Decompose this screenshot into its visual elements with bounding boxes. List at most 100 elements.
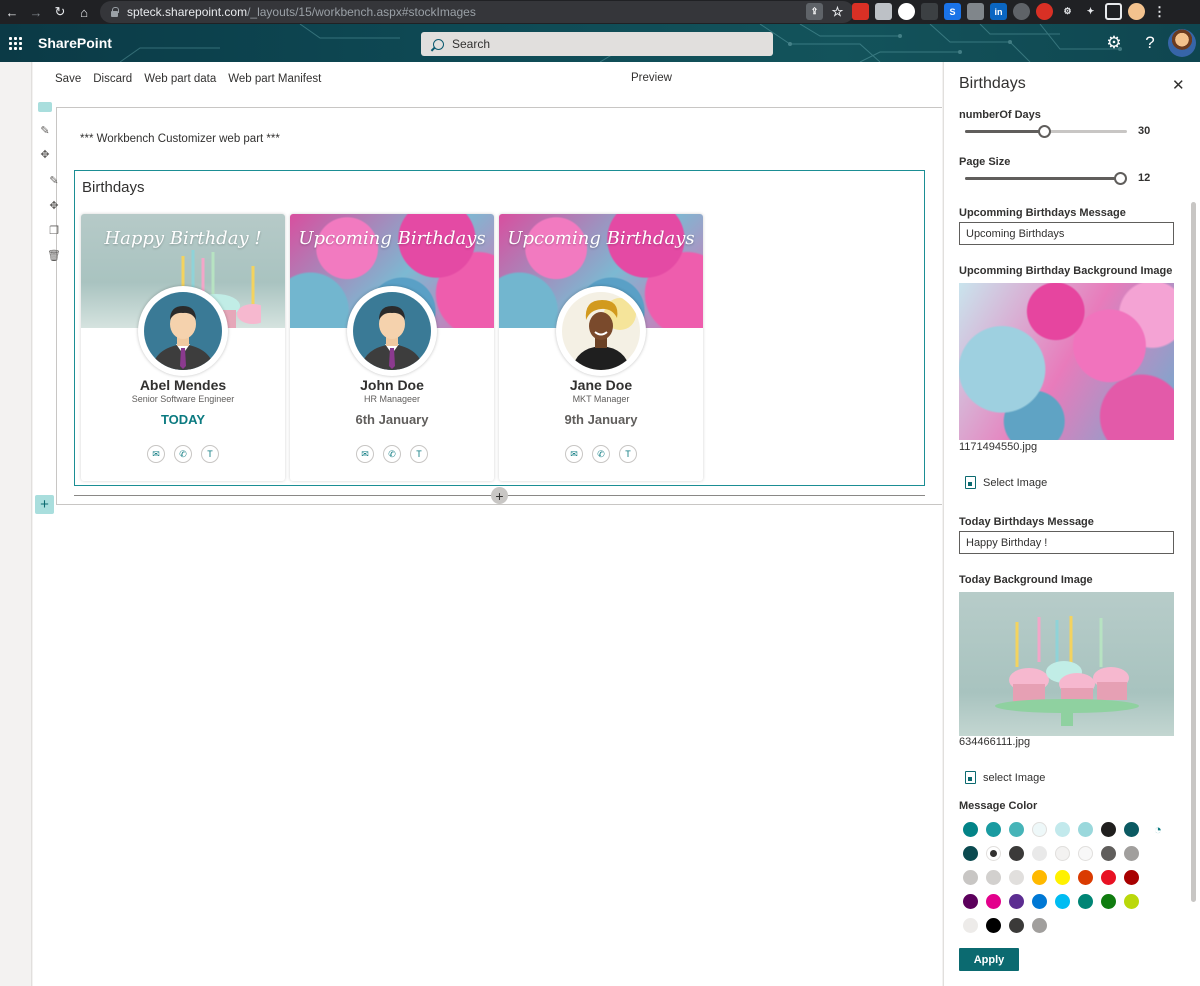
sidebar-icon[interactable] [1105,3,1122,20]
color-swatch[interactable] [986,846,1001,861]
birthday-card[interactable]: Upcoming Birthdays Jane Doe MKT Manager … [499,214,703,481]
app-name[interactable]: SharePoint [38,35,112,51]
reload-icon[interactable]: ↻ [48,0,72,24]
close-icon[interactable]: ✕ [1172,76,1185,94]
settings-gear-icon[interactable]: ⚙ [1096,24,1132,62]
more-vertical-icon[interactable]: ⋮ [1151,3,1168,20]
app-launcher-button[interactable] [0,24,28,62]
teams-icon[interactable]: T [201,445,219,463]
section-handle[interactable] [38,102,52,112]
extension-icon[interactable] [875,3,892,20]
preview-button[interactable]: Preview [631,72,672,84]
web-part-data-button[interactable]: Web part data [144,73,216,85]
user-avatar[interactable] [1168,29,1196,57]
add-section-plus-icon[interactable]: + [35,495,54,514]
arrow-right-icon[interactable]: → [24,0,48,24]
edit-section-icon[interactable]: ✎ [37,122,53,138]
color-swatch[interactable] [1101,822,1116,837]
mail-icon[interactable]: ✉ [356,445,374,463]
color-swatch[interactable] [986,870,1001,885]
birthday-card[interactable]: Upcoming Birthdays John Doe HR Manageer … [290,214,494,481]
color-swatch[interactable] [1009,894,1024,909]
color-swatch[interactable] [986,918,1001,933]
teams-icon[interactable]: T [619,445,637,463]
duplicate-webpart-icon[interactable]: ❐ [46,222,62,238]
gear-icon[interactable]: ⚙ [1059,3,1076,20]
number-of-days-slider[interactable] [965,123,1127,139]
color-swatch[interactable] [1032,870,1047,885]
extension-icon[interactable]: S [944,3,961,20]
add-webpart-plus-icon[interactable]: + [491,487,508,504]
color-swatch[interactable] [1032,822,1047,837]
phone-icon[interactable]: ✆ [383,445,401,463]
color-swatch[interactable] [1009,918,1024,933]
color-swatch[interactable] [1078,870,1093,885]
save-button[interactable]: Save [55,73,81,85]
color-swatch[interactable] [1101,846,1116,861]
color-swatch[interactable] [963,846,978,861]
mail-icon[interactable]: ✉ [147,445,165,463]
color-swatch[interactable] [1055,846,1070,861]
select-image-button[interactable]: Select Image [965,476,1047,489]
color-swatch[interactable] [1101,894,1116,909]
color-swatch[interactable] [1078,894,1093,909]
discard-button[interactable]: Discard [93,73,132,85]
extension-icon[interactable] [1036,3,1053,20]
color-swatch[interactable] [1124,822,1139,837]
color-swatch[interactable] [1055,822,1070,837]
slider-thumb[interactable] [1114,172,1127,185]
teams-icon[interactable]: T [410,445,428,463]
color-swatch[interactable] [1032,846,1047,861]
color-swatch[interactable] [1055,870,1070,885]
extension-icon[interactable] [852,3,869,20]
arrow-left-icon[interactable]: ← [0,0,24,24]
slider-thumb[interactable] [1038,125,1051,138]
help-icon[interactable]: ? [1132,24,1168,62]
birthday-card[interactable]: Happy Birthday ! Abel Mendes Senior Soft… [81,214,285,481]
puzzle-icon[interactable]: ✦ [1082,3,1099,20]
color-swatch[interactable] [1078,822,1093,837]
move-section-icon[interactable]: ✥ [37,146,53,162]
color-swatch[interactable] [963,894,978,909]
color-swatch[interactable] [1124,846,1139,861]
delete-webpart-icon[interactable]: 🗑 [46,247,62,263]
upcoming-message-input[interactable]: Upcoming Birthdays [959,222,1174,245]
profile-avatar[interactable] [1128,3,1145,20]
phone-icon[interactable]: ✆ [592,445,610,463]
move-webpart-icon[interactable]: ✥ [46,197,62,213]
address-bar[interactable]: spteck.sharepoint.com/_layouts/15/workbe… [100,1,854,23]
pane-scrollbar[interactable] [1191,202,1196,902]
apply-button[interactable]: Apply [959,948,1019,971]
extension-icon[interactable] [898,3,915,20]
extension-icon[interactable] [1013,3,1030,20]
extension-icon[interactable] [967,3,984,20]
color-swatch[interactable] [963,870,978,885]
color-swatch[interactable] [986,894,1001,909]
color-swatch[interactable] [1032,894,1047,909]
color-swatch[interactable] [1124,894,1139,909]
color-picker-icon[interactable]: ◔ [1154,822,1169,837]
linkedin-icon[interactable]: in [990,3,1007,20]
edit-webpart-icon[interactable]: ✎ [46,172,62,188]
color-swatch[interactable] [1078,846,1093,861]
color-swatch[interactable] [1009,846,1024,861]
color-swatch[interactable] [963,918,978,933]
select-image-button-2[interactable]: select Image [965,771,1045,784]
color-swatch[interactable] [1101,870,1116,885]
color-swatch[interactable] [963,822,978,837]
home-icon[interactable]: ⌂ [72,0,96,24]
search-box[interactable]: Search [421,32,773,56]
phone-icon[interactable]: ✆ [174,445,192,463]
color-swatch[interactable] [1009,822,1024,837]
share-icon[interactable]: ⇪ [806,3,823,20]
color-swatch[interactable] [1055,894,1070,909]
mail-icon[interactable]: ✉ [565,445,583,463]
today-message-input[interactable]: Happy Birthday ! [959,531,1174,554]
page-size-slider[interactable] [965,170,1127,186]
extension-icon[interactable] [921,3,938,20]
color-swatch[interactable] [986,822,1001,837]
star-icon[interactable]: ☆ [829,3,846,20]
color-swatch[interactable] [1032,918,1047,933]
color-swatch[interactable] [1124,870,1139,885]
color-swatch[interactable] [1009,870,1024,885]
